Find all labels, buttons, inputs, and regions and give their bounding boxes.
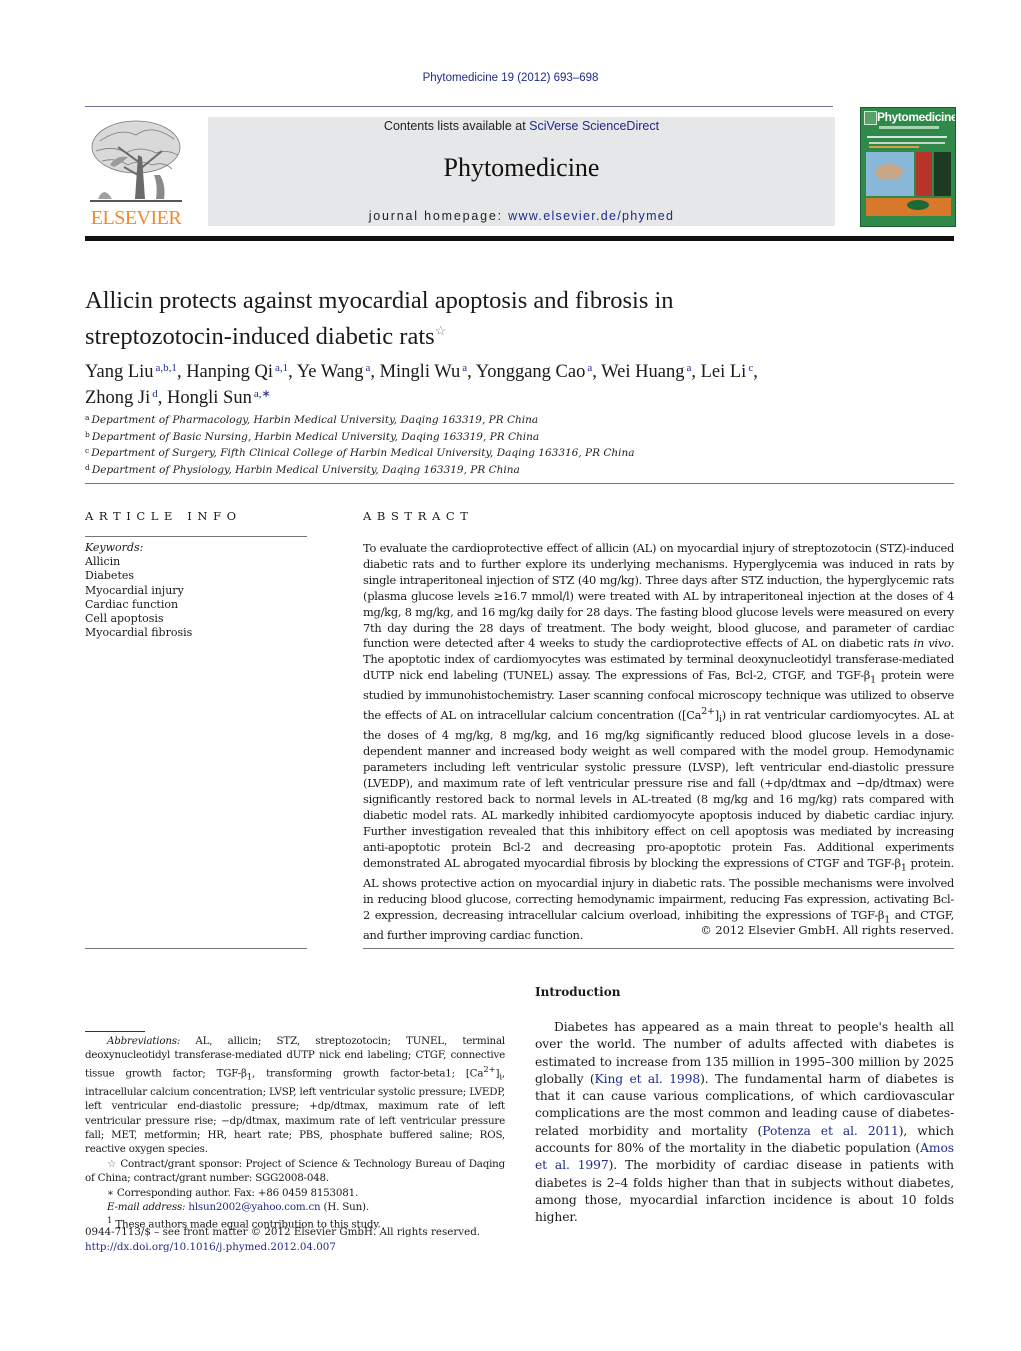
cover-title: Phytomedicine [877,110,956,124]
corresponding-footnote: ∗ Corresponding author. Fax: +86 0459 81… [107,1186,359,1199]
author[interactable]: Ye Wang a [297,362,371,382]
title-line-2: streptozotocin-induced diabetic rats [85,323,435,350]
cover-photo-diagram [907,200,929,210]
email-footnote: E-mail address: hlsun2002@yahoo.com.cn (… [107,1200,369,1213]
cover-subtitle-bar [879,126,939,129]
cover-photo-plant-branch [875,164,903,180]
keyword-item: Cardiac function [85,597,179,611]
article-info-rule [85,536,307,537]
header-thick-rule [85,236,954,241]
author[interactable]: Yonggang Cao a [476,362,593,382]
author[interactable]: Wei Huang a [601,362,691,382]
cover-logo-box [864,111,877,125]
article-title: Allicin protects against myocardial apop… [85,286,945,352]
elsevier-logo[interactable]: ELSEVIER [84,115,188,230]
abbreviations-footnote: Abbreviations: AL, allicin; STZ, strepto… [85,1035,505,1156]
keyword-item: Diabetes [85,569,135,583]
title-line-1: Allicin protects against myocardial apop… [85,287,674,314]
abstract-text: To evaluate the cardioprotective effect … [363,541,955,942]
author[interactable]: Hanping Qi a,1 [186,362,288,382]
contents-line: Contents lists available at SciVerse Sci… [208,119,835,133]
homepage-link[interactable]: www.elsevier.de/phymed [508,209,674,223]
author[interactable]: Mingli Wu a [380,362,468,382]
reference-link[interactable]: Potenza et al. 2011 [762,1124,899,1138]
article-info-heading: ARTICLE INFO [85,509,242,523]
journal-cover-image[interactable]: Phytomedicine [860,107,956,227]
introduction-heading: Introduction [535,985,621,999]
author-list: Yang Liu a,b,1, Hanping Qi a,1, Ye Wang a, … [85,362,758,408]
cover-photo-heatmap-green [934,152,951,196]
front-matter: 0944-7113/$ – see front matter © 2012 El… [85,1225,505,1255]
sciencedirect-link[interactable]: SciVerse ScienceDirect [529,119,659,133]
homepage-line: journal homepage: www.elsevier.de/phymed [208,209,835,223]
keywords-list: Keywords: Allicin Diabetes Myocardial in… [85,541,307,640]
keyword-item: Myocardial fibrosis [85,626,193,640]
abstract-bottom-rule [363,948,954,949]
abstract-heading: ABSTRACT [363,509,474,523]
keyword-item: Cell apoptosis [85,612,164,626]
cover-text-bar [867,136,947,138]
homepage-prefix: journal homepage: [368,209,509,223]
author[interactable]: Hongli Sun a,∗ [167,388,271,408]
journal-banner: Contents lists available at SciVerse Sci… [208,117,835,226]
author[interactable]: Yang Liu a,b,1 [85,362,177,382]
affiliation: d Department of Physiology, Harbin Medica… [85,462,520,476]
reference-link[interactable]: King et al. 1998 [595,1072,701,1086]
footnotes: Abbreviations: AL, allicin; STZ, strepto… [85,1034,505,1232]
issn-line: 0944-7113/$ – see front matter © 2012 El… [85,1226,481,1238]
keyword-item: Myocardial injury [85,583,184,597]
journal-citation[interactable]: Phytomedicine 19 (2012) 693–698 [0,72,1021,84]
abstract-copyright: © 2012 Elsevier GmbH. All rights reserve… [700,923,954,937]
keywords-label: Keywords: [85,541,144,554]
elsevier-tree-icon [90,120,182,202]
journal-title: Phytomedicine [443,153,600,182]
asterisk-icon: ∗ [107,1186,114,1199]
affiliation: b Department of Basic Nursing, Harbin Med… [85,429,540,443]
affiliation: a Department of Pharmacology, Harbin Medi… [85,413,539,426]
email-link[interactable]: hlsun2002@yahoo.com.cn [188,1201,320,1213]
author[interactable]: Zhong Ji d [85,388,158,408]
affiliation: c Department of Surgery, Fifth Clinical C… [85,446,635,459]
star-icon: ☆ [107,1157,117,1170]
keyword-item: Allicin [85,555,121,569]
section-divider [85,483,954,484]
cover-text-bar [869,146,919,148]
header-rule [85,106,833,107]
author[interactable]: Lei Li c [701,362,754,382]
introduction-text: Diabetes has appeared as a main threat t… [535,1020,955,1225]
footnote-rule [85,1031,145,1032]
title-footnote-star-icon[interactable]: ☆ [435,323,447,338]
grant-footnote: ☆ Contract/grant sponsor: Project of Sci… [85,1157,506,1185]
article-info-bottom-rule [85,948,307,949]
cover-photo-heatmap-red [916,152,932,196]
affiliations: a Department of Pharmacology, Harbin Medi… [85,411,785,477]
elsevier-wordmark: ELSEVIER [90,207,182,229]
doi-link[interactable]: http://dx.doi.org/10.1016/j.phymed.2012.… [85,1240,505,1255]
cover-text-bar [869,142,945,144]
contents-prefix: Contents lists available at [383,119,530,133]
